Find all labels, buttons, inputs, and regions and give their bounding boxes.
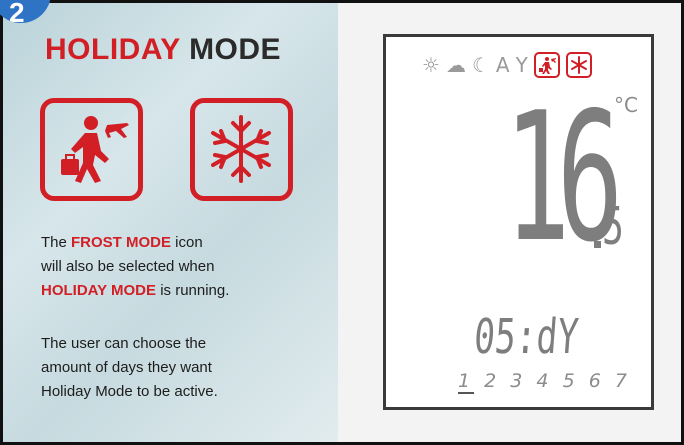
title-mode: MODE (189, 33, 282, 66)
temperature-decimal: 5 (602, 197, 624, 257)
frost-mode-highlight: FROST MODE (71, 234, 172, 251)
holiday-days-readout: 05:dY (472, 309, 581, 365)
info-panel: 2 HOLIDAY MODE The FROST MODE icon will … (0, 0, 338, 442)
frost-snowflake-icon (190, 98, 293, 201)
holiday-traveller-icon (40, 98, 143, 201)
thermostat-lcd: ☼ ☁ ☾ A Y °C 16 5 05:dY 1 2 3 4 5 6 7 (383, 34, 654, 410)
step-number: 2 (9, 0, 25, 23)
day-of-week-indicator: 1 2 3 4 5 6 7 (458, 370, 631, 394)
page-title: HOLIDAY MODE (45, 33, 281, 67)
cloud-icon: ☁ (445, 53, 466, 77)
day-1: 1 (458, 370, 475, 394)
temperature-unit: °C (614, 93, 638, 117)
day-7: 7 (614, 370, 631, 392)
day-6: 6 (588, 370, 605, 392)
title-holiday: HOLIDAY (45, 33, 181, 66)
days-note: The user can choose the amount of days t… (41, 335, 218, 400)
frost-mode-note: The FROST MODE icon will also be selecte… (41, 234, 230, 299)
decimal-point (594, 241, 601, 248)
day-4: 4 (536, 370, 553, 392)
sun-icon: ☼ (422, 53, 440, 77)
holiday-mode-highlight: HOLIDAY MODE (41, 282, 157, 299)
step-badge: 2 (0, 0, 51, 23)
day-3: 3 (510, 370, 527, 392)
moon-icon: ☾ (471, 53, 490, 77)
day-5: 5 (562, 370, 579, 392)
day-2: 2 (484, 370, 501, 392)
